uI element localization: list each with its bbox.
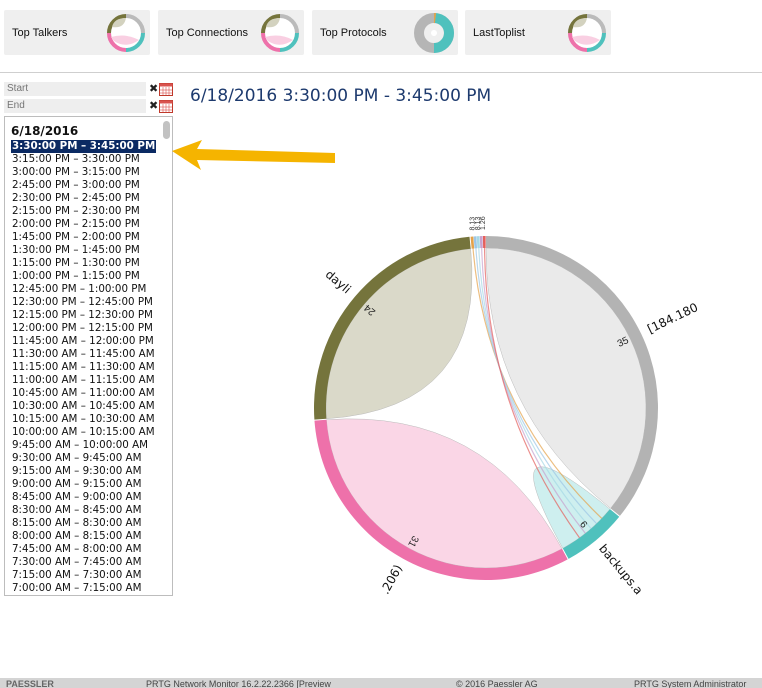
tile-top-connections[interactable]: Top Connections [158,10,304,55]
time-slot-item[interactable]: 1:15:00 PM – 1:30:00 PM [11,257,156,270]
chord-ribbon[interactable] [325,248,473,420]
chord-mini-icon [261,13,299,52]
annotation-arrow-icon [172,140,335,170]
chord-mini-icon [107,13,145,52]
chord-small-label: 1.26 [480,216,487,230]
time-slot-item[interactable]: 1:45:00 PM – 2:00:00 PM [11,231,156,244]
time-slot-item[interactable]: 7:45:00 AM – 8:00:00 AM [11,543,156,556]
time-slot-list: 6/18/2016 3:30:00 PM – 3:45:00 PM 3:15:00… [4,116,173,596]
list-date-heading: 6/18/2016 [11,124,79,138]
chord-group-label: [184.180 [645,300,700,336]
tile-top-protocols[interactable]: Top Protocols [312,10,458,55]
time-slot-item[interactable]: 10:45:00 AM – 11:00:00 AM [11,387,156,400]
chord-group-label: backups.a [596,542,646,598]
time-slot-item[interactable]: 12:30:00 PM – 12:45:00 PM [11,296,156,309]
time-slot-item[interactable]: 11:15:00 AM – 11:30:00 AM [11,361,156,374]
time-slot-item[interactable]: 12:45:00 PM – 1:00:00 PM [11,283,156,296]
time-slot-item[interactable]: 2:15:00 PM – 2:30:00 PM [11,205,156,218]
time-slot-item[interactable]: 3:00:00 PM – 3:15:00 PM [11,166,156,179]
tile-label: Top Protocols [320,26,387,39]
time-slot-items: 3:30:00 PM – 3:45:00 PM 3:15:00 PM – 3:30… [11,140,156,595]
time-slot-item[interactable]: 11:45:00 AM – 12:00:00 PM [11,335,156,348]
tile-label: LastToplist [473,26,525,39]
time-slot-item[interactable]: 7:00:00 AM – 7:15:00 AM [11,582,156,595]
time-slot-item[interactable]: 9:00:00 AM – 9:15:00 AM [11,478,156,491]
time-slot-item[interactable]: 12:00:00 PM – 12:15:00 PM [11,322,156,335]
chord-mini-icon [568,13,606,52]
chord-ribbon[interactable] [326,418,563,569]
time-slot-item[interactable]: 10:00:00 AM – 10:15:00 AM [11,426,156,439]
time-slot-item[interactable]: 11:30:00 AM – 11:45:00 AM [11,348,156,361]
time-slot-item[interactable]: 8:00:00 AM – 8:15:00 AM [11,530,156,543]
scrollbar-thumb[interactable] [163,121,170,139]
time-slot-item[interactable]: 2:45:00 PM – 3:00:00 PM [11,179,156,192]
time-slot-item[interactable]: 2:30:00 PM – 2:45:00 PM [11,192,156,205]
chord-group-label: .206) [378,562,405,596]
time-slot-item[interactable]: 12:15:00 PM – 12:30:00 PM [11,309,156,322]
time-slot-item[interactable]: 9:45:00 AM – 10:00:00 AM [11,439,156,452]
time-slot-item[interactable]: 11:00:00 AM – 11:15:00 AM [11,374,156,387]
chord-small-arc[interactable] [482,236,486,249]
calendar-icon[interactable] [159,99,173,113]
list-scrollbar[interactable] [163,121,170,593]
chord-ribbon[interactable] [485,247,647,509]
footer-brand: PAESSLER [6,679,54,688]
tile-top-talkers[interactable]: Top Talkers [4,10,150,55]
footer-product: PRTG Network Monitor 16.2.22.2366 [Previ… [146,679,331,688]
time-slot-item[interactable]: 8:30:00 AM – 8:45:00 AM [11,504,156,517]
time-slot-item[interactable]: 7:30:00 AM – 7:45:00 AM [11,556,156,569]
end-input[interactable] [4,99,146,113]
chord-small-arc[interactable] [473,236,478,249]
clear-end-icon[interactable]: ✖ [149,99,158,113]
end-filter: ✖ [4,99,173,113]
start-input[interactable] [4,82,146,96]
time-slot-item[interactable]: 3:15:00 PM – 3:30:00 PM [11,153,156,166]
time-slot-item[interactable]: 1:30:00 PM – 1:45:00 PM [11,244,156,257]
time-slot-item[interactable]: 10:15:00 AM – 10:30:00 AM [11,413,156,426]
start-filter: ✖ [4,82,173,96]
time-slot-item[interactable]: 7:15:00 AM – 7:30:00 AM [11,569,156,582]
footer-user[interactable]: PRTG System Administrator [634,679,746,688]
time-slot-item[interactable]: 10:30:00 AM – 10:45:00 AM [11,400,156,413]
footer-bar: PAESSLER PRTG Network Monitor 16.2.22.23… [0,678,762,688]
time-slot-item[interactable]: 8:15:00 AM – 8:30:00 AM [11,517,156,530]
donut-mini-icon [414,12,454,53]
time-slot-item[interactable]: 9:15:00 AM – 9:30:00 AM [11,465,156,478]
chord-small-arc[interactable] [476,236,480,249]
chord-small-arc[interactable] [470,236,475,249]
chord-group-label: dayli [323,267,354,296]
clear-start-icon[interactable]: ✖ [149,82,158,96]
tile-label: Top Connections [166,26,248,39]
time-slot-item[interactable]: 3:30:00 PM – 3:45:00 PM [11,140,156,153]
tile-last-toplist[interactable]: LastToplist [465,10,611,55]
time-slot-item[interactable]: 1:00:00 PM – 1:15:00 PM [11,270,156,283]
tile-label: Top Talkers [12,26,68,39]
chord-diagram: 35[184.1806backups.a31.206)24dayli8.138.… [314,216,700,598]
chord-small-arc[interactable] [479,236,483,249]
page-title: 6/18/2016 3:30:00 PM - 3:45:00 PM [190,86,492,106]
toplist-tabs: Top Talkers Top Connections Top Protocol… [0,0,762,73]
footer-copyright: © 2016 Paessler AG [456,679,538,688]
time-slot-item[interactable]: 2:00:00 PM – 2:15:00 PM [11,218,156,231]
time-slot-item[interactable]: 8:45:00 AM – 9:00:00 AM [11,491,156,504]
calendar-icon[interactable] [159,82,173,96]
time-slot-item[interactable]: 9:30:00 AM – 9:45:00 AM [11,452,156,465]
